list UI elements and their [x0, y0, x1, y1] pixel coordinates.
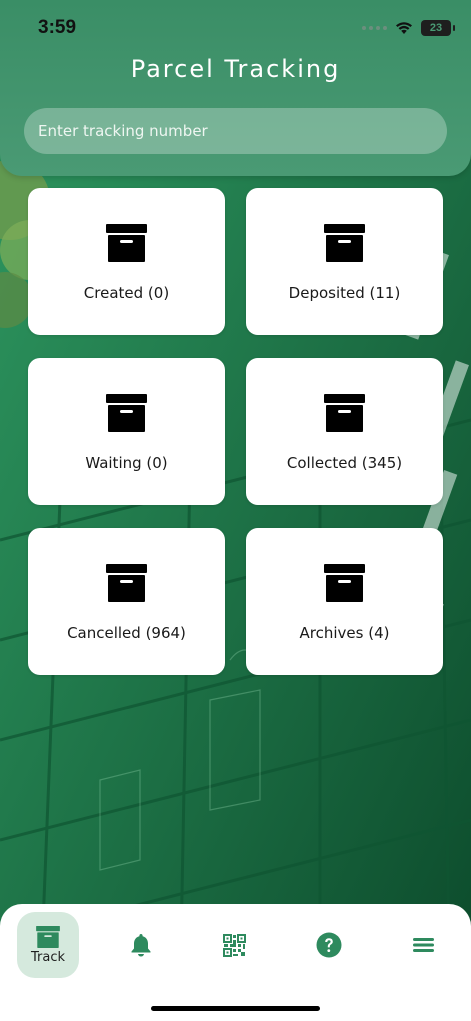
page-title: Parcel Tracking	[130, 55, 341, 83]
archive-box-icon	[324, 564, 365, 602]
qr-code-icon	[222, 933, 246, 957]
card-deposited[interactable]: Deposited (11)	[246, 188, 443, 335]
wifi-icon	[396, 22, 412, 34]
card-archives[interactable]: Archives (4)	[246, 528, 443, 675]
tab-qr-scan[interactable]	[203, 912, 265, 978]
battery-icon: 23	[421, 20, 455, 36]
battery-level: 23	[429, 22, 443, 34]
archive-box-icon	[324, 224, 365, 262]
card-label: Cancelled (964)	[67, 624, 186, 642]
bottom-tab-bar: Track	[0, 904, 471, 1021]
status-bar: 3:59 23	[0, 0, 471, 56]
card-created[interactable]: Created (0)	[28, 188, 225, 335]
archive-box-icon	[106, 394, 147, 432]
card-label: Collected (345)	[286, 454, 403, 472]
tab-menu[interactable]	[392, 912, 454, 978]
status-icons: 23	[362, 20, 455, 36]
card-label: Waiting (0)	[85, 454, 168, 472]
card-cancelled[interactable]: Cancelled (964)	[28, 528, 225, 675]
card-collected[interactable]: Collected (345)	[246, 358, 443, 505]
card-waiting[interactable]: Waiting (0)	[28, 358, 225, 505]
archive-box-icon	[36, 925, 60, 948]
card-label: Deposited (11)	[288, 284, 401, 302]
tab-help[interactable]	[298, 912, 360, 978]
tab-track[interactable]: Track	[17, 912, 79, 978]
home-indicator[interactable]	[151, 1006, 320, 1011]
archive-box-icon	[106, 564, 147, 602]
status-time: 3:59	[38, 17, 77, 38]
help-icon	[316, 932, 342, 958]
header: 3:59 23 Parcel Tracking	[0, 0, 471, 176]
tab-notifications[interactable]	[110, 912, 172, 978]
archive-box-icon	[324, 394, 365, 432]
bell-icon	[131, 934, 151, 957]
menu-icon	[412, 938, 434, 952]
archive-box-icon	[106, 224, 147, 262]
tracking-number-input[interactable]	[24, 108, 447, 154]
card-label: Archives (4)	[299, 624, 390, 642]
cellular-signal-icon	[362, 26, 387, 30]
tab-label: Track	[30, 949, 66, 965]
card-label: Created (0)	[83, 284, 170, 302]
